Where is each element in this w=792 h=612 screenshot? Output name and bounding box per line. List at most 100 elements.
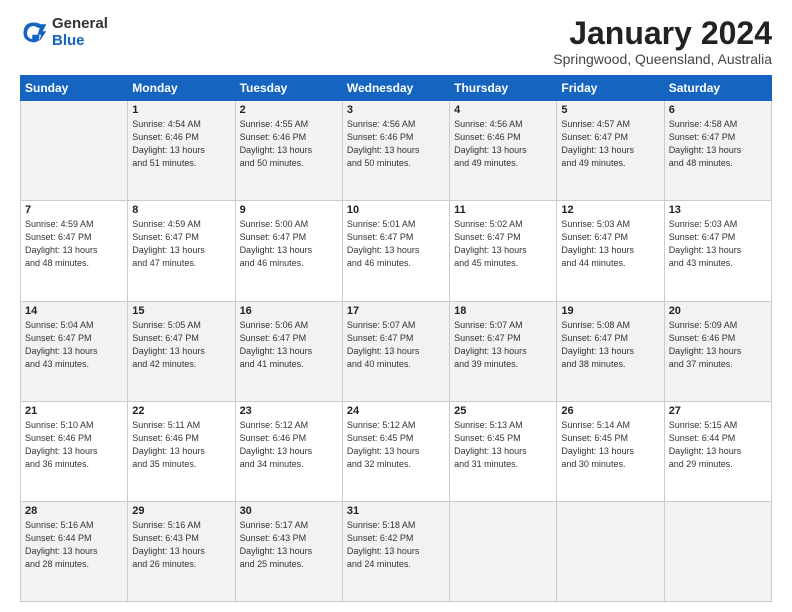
- calendar-cell: 15 Sunrise: 5:05 AMSunset: 6:47 PMDayligh…: [128, 301, 235, 401]
- calendar-cell: 25Sunrise: 5:13 AMSunset: 6:45 PMDayligh…: [450, 401, 557, 501]
- calendar-cell: 14Sunrise: 5:04 AMSunset: 6:47 PMDayligh…: [21, 301, 128, 401]
- calendar-cell: 12 Sunrise: 5:03 AMSunset: 6:47 PMDayligh…: [557, 201, 664, 301]
- calendar-cell: 30Sunrise: 5:17 AMSunset: 6:43 PMDayligh…: [235, 501, 342, 601]
- day-info: Sunrise: 5:02 AMSunset: 6:47 PMDaylight:…: [454, 218, 552, 270]
- day-info: Sunrise: 4:59 AMSunset: 6:47 PMDaylight:…: [132, 218, 230, 270]
- calendar-cell: 7Sunrise: 4:59 AMSunset: 6:47 PMDaylight…: [21, 201, 128, 301]
- day-info: Sunrise: 5:15 AMSunset: 6:44 PMDaylight:…: [669, 419, 767, 471]
- day-number: 1: [132, 104, 230, 116]
- calendar-cell: 8 Sunrise: 4:59 AMSunset: 6:47 PMDaylight…: [128, 201, 235, 301]
- calendar-week-row: 21 Sunrise: 5:10 AMSunset: 6:46 PMDayligh…: [21, 401, 772, 501]
- calendar-cell: 18 Sunrise: 5:07 AMSunset: 6:47 PMDayligh…: [450, 301, 557, 401]
- day-info: Sunrise: 5:03 AMSunset: 6:47 PMDaylight:…: [669, 218, 767, 270]
- day-info: Sunrise: 5:18 AMSunset: 6:42 PMDaylight:…: [347, 519, 445, 571]
- day-number: 6: [669, 104, 767, 116]
- month-title: January 2024: [553, 16, 772, 51]
- calendar-cell: [557, 501, 664, 601]
- weekday-header-row: Sunday Monday Tuesday Wednesday Thursday…: [21, 76, 772, 101]
- day-info: Sunrise: 5:12 AMSunset: 6:45 PMDaylight:…: [347, 419, 445, 471]
- day-info: Sunrise: 4:55 AMSunset: 6:46 PMDaylight:…: [240, 118, 338, 170]
- calendar-cell: 22Sunrise: 5:11 AMSunset: 6:46 PMDayligh…: [128, 401, 235, 501]
- day-info: Sunrise: 5:07 AMSunset: 6:47 PMDaylight:…: [347, 319, 445, 371]
- day-info: Sunrise: 5:07 AMSunset: 6:47 PMDaylight:…: [454, 319, 552, 371]
- calendar-cell: 11 Sunrise: 5:02 AMSunset: 6:47 PMDayligh…: [450, 201, 557, 301]
- day-number: 12: [561, 204, 659, 216]
- day-number: 7: [25, 204, 123, 216]
- day-number: 10: [347, 204, 445, 216]
- calendar-cell: 17 Sunrise: 5:07 AMSunset: 6:47 PMDayligh…: [342, 301, 449, 401]
- header-thursday: Thursday: [450, 76, 557, 101]
- header-monday: Monday: [128, 76, 235, 101]
- day-info: Sunrise: 5:01 AMSunset: 6:47 PMDaylight:…: [347, 218, 445, 270]
- header-saturday: Saturday: [664, 76, 771, 101]
- day-info: Sunrise: 5:16 AMSunset: 6:44 PMDaylight:…: [25, 519, 123, 571]
- day-info: Sunrise: 5:04 AMSunset: 6:47 PMDaylight:…: [25, 319, 123, 371]
- day-info: Sunrise: 5:08 AMSunset: 6:47 PMDaylight:…: [561, 319, 659, 371]
- day-number: 30: [240, 505, 338, 517]
- day-number: 4: [454, 104, 552, 116]
- day-number: 17: [347, 305, 445, 317]
- calendar-cell: 27 Sunrise: 5:15 AMSunset: 6:44 PMDayligh…: [664, 401, 771, 501]
- day-number: 28: [25, 505, 123, 517]
- logo-icon: [20, 19, 48, 47]
- day-number: 20: [669, 305, 767, 317]
- calendar-table: Sunday Monday Tuesday Wednesday Thursday…: [20, 75, 772, 602]
- calendar-cell: 9Sunrise: 5:00 AMSunset: 6:47 PMDaylight…: [235, 201, 342, 301]
- day-info: Sunrise: 5:10 AMSunset: 6:46 PMDaylight:…: [25, 419, 123, 471]
- calendar-cell: 24 Sunrise: 5:12 AMSunset: 6:45 PMDayligh…: [342, 401, 449, 501]
- title-block: January 2024 Springwood, Queensland, Aus…: [553, 16, 772, 67]
- day-number: 15: [132, 305, 230, 317]
- day-info: Sunrise: 4:56 AMSunset: 6:46 PMDaylight:…: [347, 118, 445, 170]
- logo-blue: Blue: [52, 33, 108, 50]
- day-info: Sunrise: 5:03 AMSunset: 6:47 PMDaylight:…: [561, 218, 659, 270]
- day-info: Sunrise: 5:05 AMSunset: 6:47 PMDaylight:…: [132, 319, 230, 371]
- calendar-cell: 5 Sunrise: 4:57 AMSunset: 6:47 PMDaylight…: [557, 101, 664, 201]
- header-tuesday: Tuesday: [235, 76, 342, 101]
- day-number: 18: [454, 305, 552, 317]
- logo-general: General: [52, 16, 108, 33]
- day-number: 9: [240, 204, 338, 216]
- day-number: 2: [240, 104, 338, 116]
- calendar-week-row: 7 Sunrise: 4:59 AMSunset: 6:47 PMDaylight…: [21, 201, 772, 301]
- day-info: Sunrise: 5:12 AMSunset: 6:46 PMDaylight:…: [240, 419, 338, 471]
- day-number: 24: [347, 405, 445, 417]
- header-friday: Friday: [557, 76, 664, 101]
- day-number: 16: [240, 305, 338, 317]
- calendar-cell: 13 Sunrise: 5:03 AMSunset: 6:47 PMDayligh…: [664, 201, 771, 301]
- day-number: 22: [132, 405, 230, 417]
- day-number: 27: [669, 405, 767, 417]
- calendar-cell: 4 Sunrise: 4:56 AMSunset: 6:46 PMDaylight…: [450, 101, 557, 201]
- location-subtitle: Springwood, Queensland, Australia: [553, 51, 772, 67]
- calendar-week-row: 14Sunrise: 5:04 AMSunset: 6:47 PMDayligh…: [21, 301, 772, 401]
- calendar-cell: 28 Sunrise: 5:16 AMSunset: 6:44 PMDayligh…: [21, 501, 128, 601]
- page: General Blue January 2024 Springwood, Qu…: [0, 0, 792, 612]
- day-number: 13: [669, 204, 767, 216]
- calendar-cell: [21, 101, 128, 201]
- day-number: 11: [454, 204, 552, 216]
- calendar-cell: 29Sunrise: 5:16 AMSunset: 6:43 PMDayligh…: [128, 501, 235, 601]
- calendar-cell: 10 Sunrise: 5:01 AMSunset: 6:47 PMDayligh…: [342, 201, 449, 301]
- day-info: Sunrise: 4:57 AMSunset: 6:47 PMDaylight:…: [561, 118, 659, 170]
- day-number: 26: [561, 405, 659, 417]
- header-sunday: Sunday: [21, 76, 128, 101]
- day-info: Sunrise: 5:13 AMSunset: 6:45 PMDaylight:…: [454, 419, 552, 471]
- day-number: 5: [561, 104, 659, 116]
- calendar-cell: 31 Sunrise: 5:18 AMSunset: 6:42 PMDayligh…: [342, 501, 449, 601]
- day-number: 21: [25, 405, 123, 417]
- calendar-cell: 2 Sunrise: 4:55 AMSunset: 6:46 PMDaylight…: [235, 101, 342, 201]
- calendar-cell: 1Sunrise: 4:54 AMSunset: 6:46 PMDaylight…: [128, 101, 235, 201]
- calendar-week-row: 1Sunrise: 4:54 AMSunset: 6:46 PMDaylight…: [21, 101, 772, 201]
- logo: General Blue: [20, 16, 108, 49]
- day-info: Sunrise: 5:06 AMSunset: 6:47 PMDaylight:…: [240, 319, 338, 371]
- day-number: 31: [347, 505, 445, 517]
- logo-text: General Blue: [52, 16, 108, 49]
- header-wednesday: Wednesday: [342, 76, 449, 101]
- day-number: 29: [132, 505, 230, 517]
- calendar-cell: 23 Sunrise: 5:12 AMSunset: 6:46 PMDayligh…: [235, 401, 342, 501]
- calendar-cell: [664, 501, 771, 601]
- day-info: Sunrise: 5:09 AMSunset: 6:46 PMDaylight:…: [669, 319, 767, 371]
- day-number: 23: [240, 405, 338, 417]
- day-info: Sunrise: 4:56 AMSunset: 6:46 PMDaylight:…: [454, 118, 552, 170]
- calendar-cell: [450, 501, 557, 601]
- day-number: 8: [132, 204, 230, 216]
